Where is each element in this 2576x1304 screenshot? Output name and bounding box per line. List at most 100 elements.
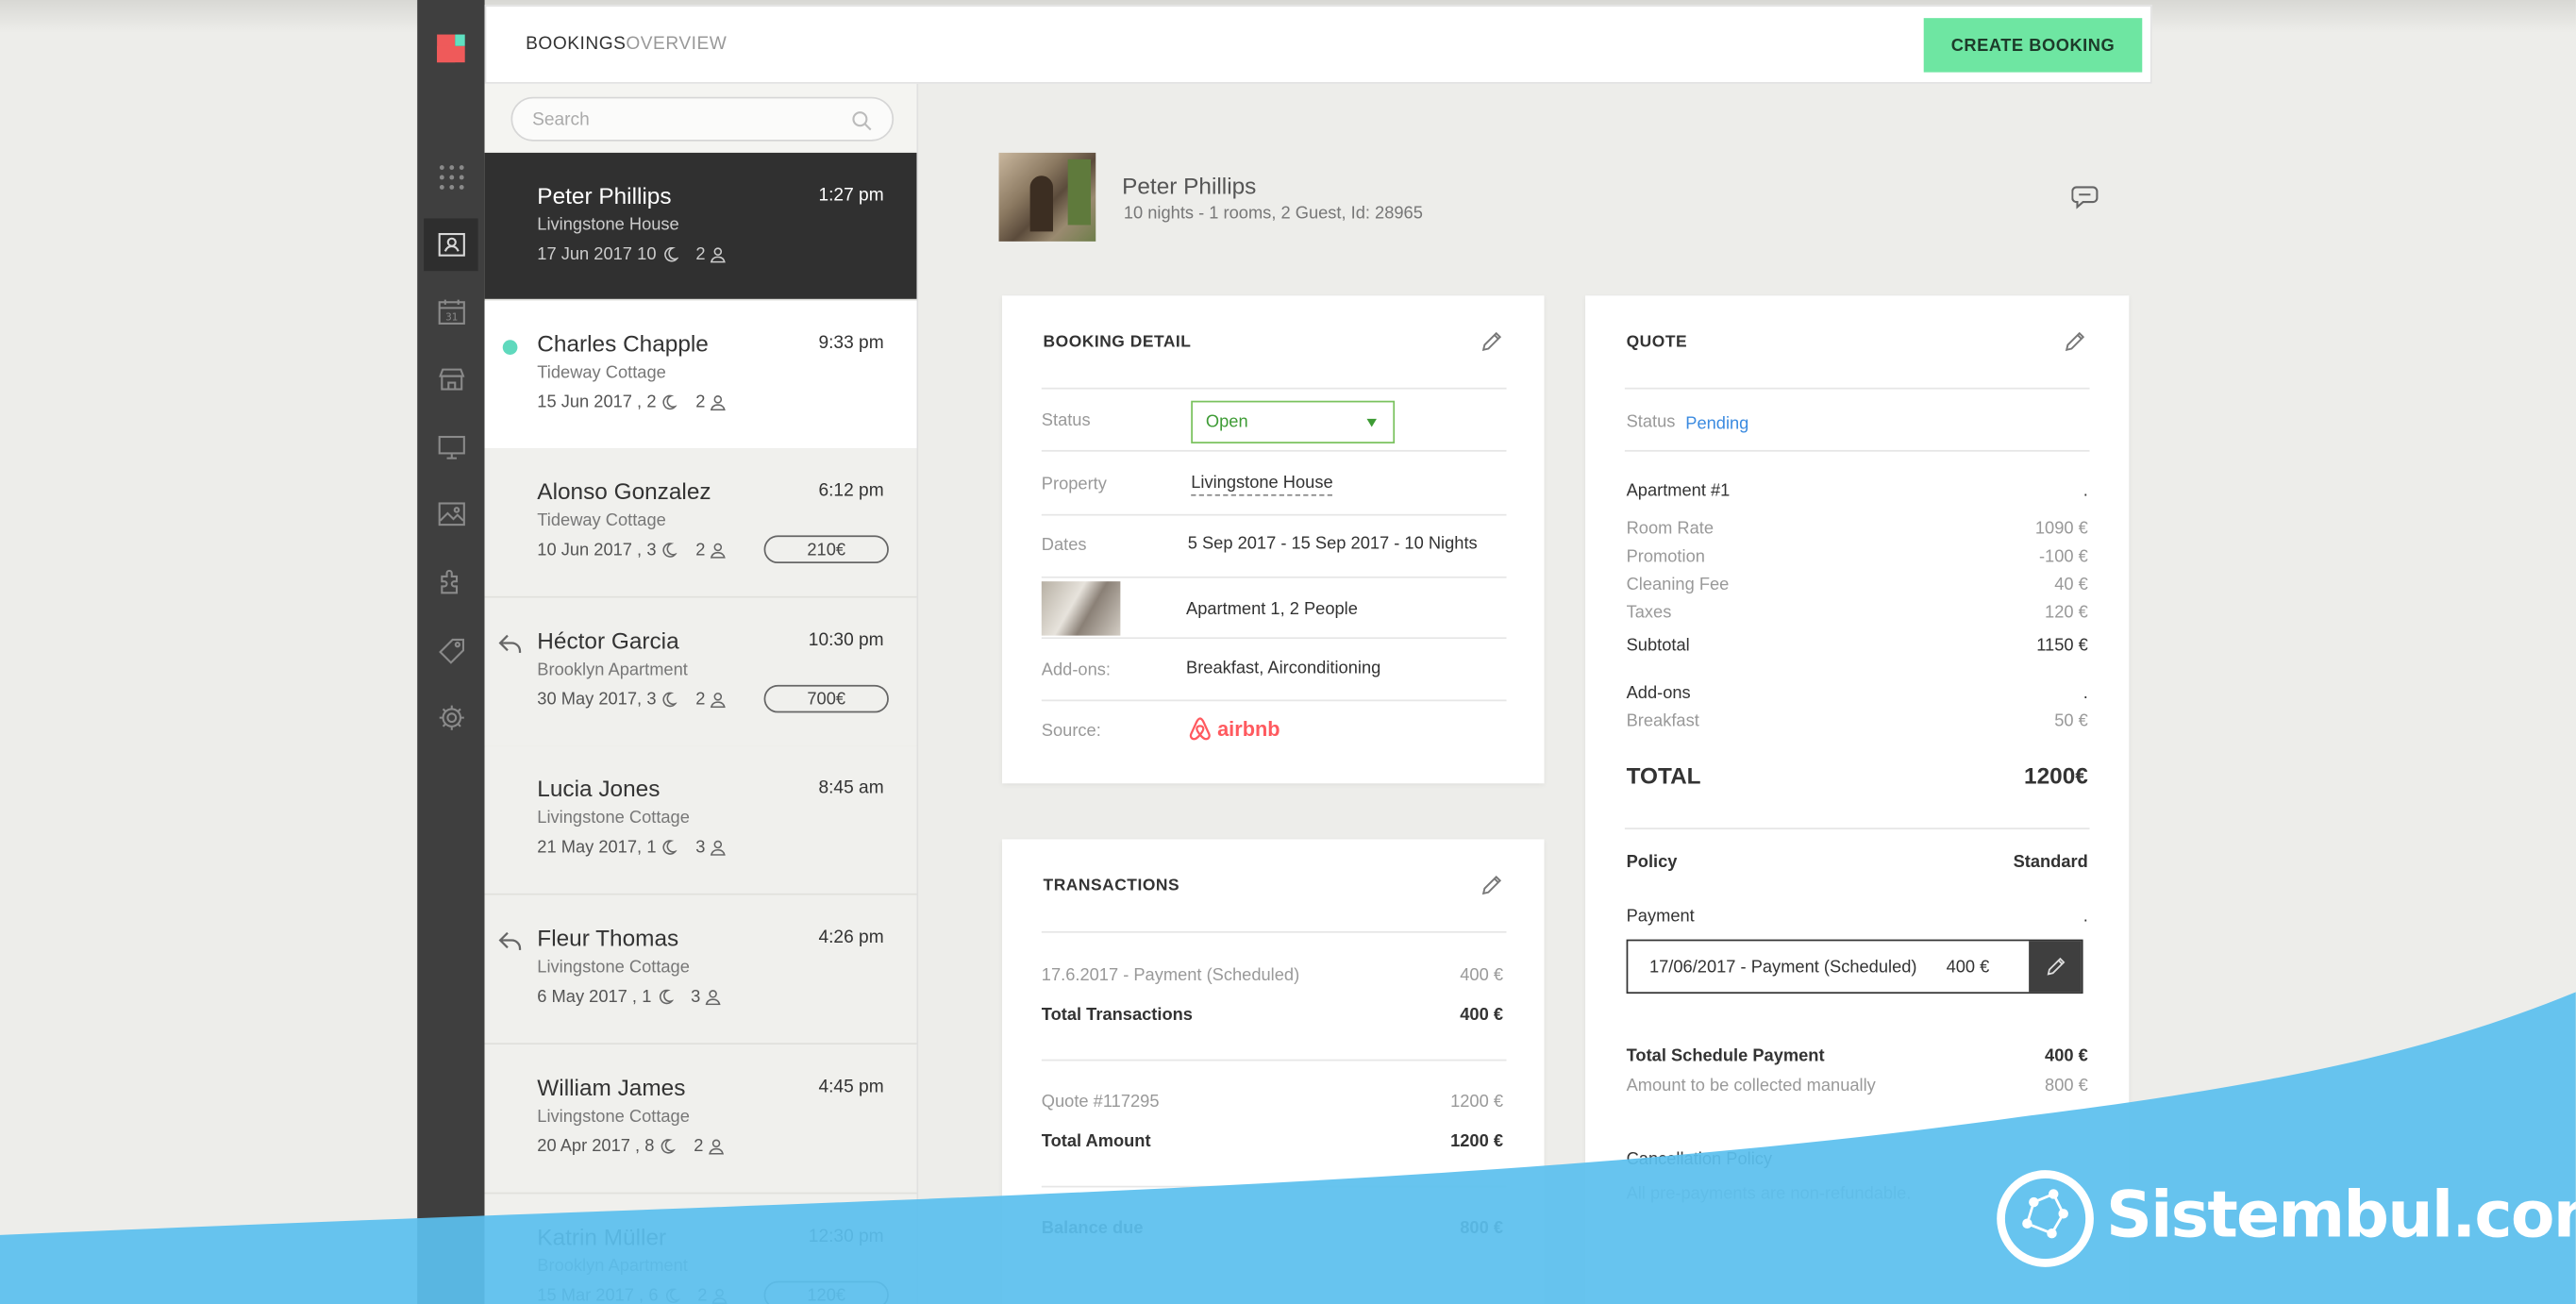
booking-guests: 2 — [695, 540, 706, 560]
reply-arrow-icon — [498, 931, 522, 950]
promotions-tag-icon[interactable] — [424, 624, 477, 677]
quote-addons-heading: Add-ons — [1626, 683, 1691, 703]
quote-row-label: Cleaning Fee — [1626, 575, 1730, 595]
booking-guest-name: Fleur Thomas — [537, 924, 679, 951]
booking-time: 1:27 pm — [818, 185, 884, 206]
booking-time: 8:45 am — [818, 778, 884, 798]
transaction-row-label: 17.6.2017 - Payment (Scheduled) — [1041, 965, 1300, 986]
calendar-icon[interactable]: 31 — [424, 286, 477, 339]
edit-payment-button[interactable] — [2029, 941, 2082, 993]
chevron-down-icon — [1366, 418, 1377, 427]
quote-status-value: Pending — [1685, 413, 1749, 434]
guest-person-icon — [706, 990, 722, 1006]
booking-list-item[interactable]: Fleur Thomas 4:26 pm Livingstone Cottage 6 … — [484, 894, 917, 1045]
booking-meta: 21 May 2017, 1 3 — [537, 838, 727, 858]
edit-transactions-pencil-icon[interactable] — [1480, 874, 1503, 896]
guest-person-icon — [712, 1288, 728, 1304]
booking-guest-name: Alonso Gonzalez — [537, 477, 711, 505]
dates-value: 5 Sep 2017 - 15 Sep 2017 - 10 Nights — [1187, 533, 1478, 554]
booking-time: 10:30 pm — [808, 630, 884, 651]
addons-label: Add-ons: — [1041, 660, 1111, 680]
booking-date: 21 May 2017, — [537, 837, 643, 858]
bookings-contact-icon[interactable] — [424, 218, 478, 272]
unread-dot-icon — [502, 340, 518, 355]
booking-guests: 2 — [697, 1285, 708, 1304]
booking-nights: 2 — [646, 393, 657, 412]
quote-title: QUOTE — [1626, 333, 1688, 352]
quote-card: QUOTE Status Pending Apartment #1 . Room… — [1585, 295, 2130, 1304]
booking-property: Livingstone Cottage — [537, 808, 690, 828]
cancellation-policy-text: All pre-payments are non-refundable. — [1626, 1183, 1912, 1204]
booking-guest-name: William James — [537, 1074, 686, 1101]
quote-row-label: Taxes — [1626, 602, 1672, 623]
booking-list-item[interactable]: Katrin Müller 12:30 pm Brooklyn Apartment 1… — [484, 1194, 917, 1304]
apartment-value: Apartment 1, 2 People — [1186, 599, 1358, 620]
policy-label: Policy — [1626, 852, 1678, 873]
total-amount-label: Total Amount — [1041, 1131, 1151, 1152]
booking-guest-name: Lucia Jones — [537, 775, 661, 802]
quote-addons-dot: . — [2083, 683, 2088, 703]
monitor-icon[interactable] — [424, 421, 477, 474]
subtotal-label: Subtotal — [1626, 635, 1690, 656]
total-transactions-amount: 400 € — [1460, 1005, 1504, 1026]
booking-time: 6:12 pm — [818, 480, 884, 501]
quote-row-amount: 40 € — [2054, 575, 2088, 595]
dashboard-grid-icon[interactable] — [424, 151, 477, 204]
booking-list-item[interactable]: Alonso Gonzalez 6:12 pm Tideway Cottage 10 … — [484, 448, 917, 598]
svg-text:31: 31 — [444, 311, 457, 323]
booking-meta: 15 Jun 2017 ,22 — [537, 393, 727, 412]
extensions-puzzle-icon[interactable] — [424, 555, 477, 608]
sidebar: 31 — [417, 0, 485, 1304]
property-label: Property — [1041, 475, 1107, 494]
status-select[interactable]: Open — [1191, 400, 1396, 443]
breakfast-value: 50 € — [2054, 711, 2088, 731]
guest-name: Peter Phillips — [1122, 172, 1257, 199]
moon-nights-icon — [661, 1139, 677, 1154]
guest-person-icon — [711, 693, 727, 709]
edit-booking-pencil-icon[interactable] — [1480, 330, 1503, 353]
booking-property: Tideway Cottage — [537, 510, 666, 531]
moon-nights-icon — [665, 1288, 680, 1303]
app-logo-icon[interactable] — [437, 34, 465, 63]
quote-row-amount: 1090 € — [2034, 519, 2088, 539]
guest-person-icon — [711, 247, 727, 263]
booking-price-badge: 210€ — [763, 535, 889, 564]
booking-guests: 2 — [694, 1136, 704, 1157]
guest-person-icon — [711, 543, 727, 559]
create-booking-button[interactable]: CREATE BOOKING — [1923, 18, 2143, 73]
total-schedule-value: 400 € — [2045, 1045, 2088, 1066]
moon-nights-icon — [663, 692, 678, 708]
scheduled-payment-row[interactable]: 17/06/2017 - Payment (Scheduled) 400 € — [1626, 939, 2083, 995]
booking-list-item[interactable]: Héctor Garcia 10:30 pm Brooklyn Apartment 3… — [484, 597, 917, 747]
booking-list-item[interactable]: Peter Phillips 1:27 pm Livingstone House 17… — [484, 152, 917, 301]
booking-date: 6 May 2017 , — [537, 987, 637, 1007]
booking-date: 20 Apr 2017 , — [537, 1136, 641, 1157]
source-value: airbnb — [1217, 717, 1280, 742]
total-value: 1200€ — [2024, 761, 2088, 789]
booking-list-item[interactable]: Charles Chapple 9:33 pm Tideway Cottage 15 … — [484, 300, 917, 450]
guest-person-icon — [709, 1139, 725, 1155]
booking-list-item[interactable]: Lucia Jones 8:45 am Livingstone Cottage 21 … — [484, 745, 917, 895]
stage: 31 BOOKINGS OVERVIEW CREATE BOOKING Sear… — [0, 0, 2576, 1304]
booking-price-badge: 700€ — [763, 684, 889, 713]
booking-list-item[interactable]: William James 4:45 pm Livingstone Cottage 2… — [484, 1045, 917, 1195]
edit-quote-pencil-icon[interactable] — [2064, 330, 2086, 353]
search-icon[interactable] — [851, 110, 873, 132]
booking-meta: 10 Jun 2017 ,3 2 — [537, 541, 727, 560]
settings-gear-icon[interactable] — [424, 692, 477, 744]
transaction-row-amount: 400 € — [1460, 965, 1504, 986]
apartment-photo — [1041, 581, 1121, 636]
payment-text: 17/06/2017 - Payment (Scheduled) — [1648, 957, 1917, 978]
tab-overview[interactable]: OVERVIEW — [626, 35, 727, 55]
property-store-icon[interactable] — [424, 353, 477, 406]
search-input[interactable]: Search — [510, 96, 895, 142]
pencil-icon — [2046, 957, 2065, 976]
booking-property: Livingstone Cottage — [537, 957, 690, 978]
image-gallery-icon[interactable] — [424, 488, 477, 541]
property-link[interactable]: Livingstone House — [1191, 473, 1333, 496]
booking-property: Livingstone Cottage — [537, 1107, 690, 1128]
transactions-title: TRANSACTIONS — [1043, 877, 1180, 895]
balance-due-label: Balance due — [1041, 1218, 1144, 1239]
tab-bookings[interactable]: BOOKINGS — [526, 35, 626, 55]
chat-bubble-icon[interactable] — [2071, 184, 2100, 210]
